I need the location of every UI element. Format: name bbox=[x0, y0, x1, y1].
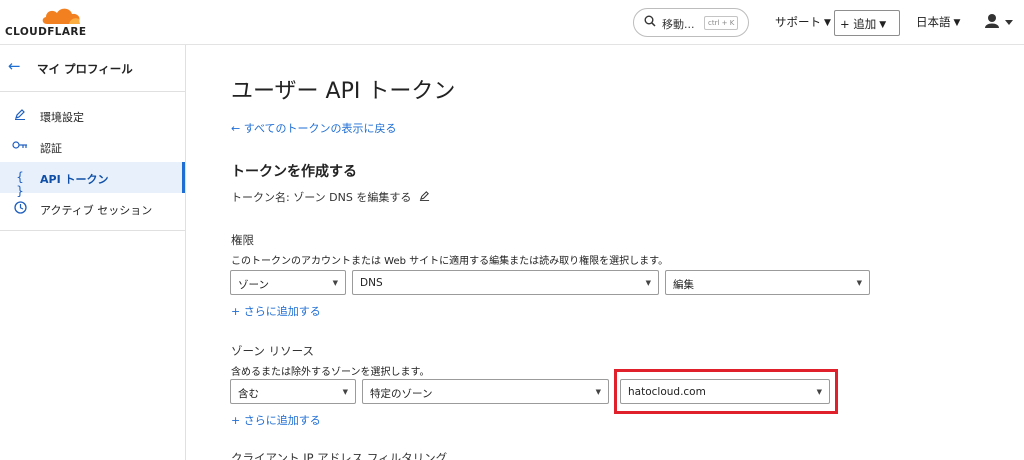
key-icon bbox=[11, 139, 29, 153]
support-label: サポート bbox=[775, 15, 821, 29]
select-value: 含む bbox=[238, 388, 259, 400]
support-menu[interactable]: サポート ▼ bbox=[775, 14, 831, 30]
sidebar-item-label: API トークン bbox=[40, 173, 109, 186]
chevron-down-icon: ▼ bbox=[595, 388, 601, 396]
language-label: 日本語 bbox=[916, 15, 951, 29]
clock-icon bbox=[11, 201, 29, 217]
language-menu[interactable]: 日本語 ▼ bbox=[916, 14, 960, 30]
add-more-zones-link[interactable]: + さらに追加する bbox=[231, 412, 321, 428]
search-icon bbox=[644, 15, 656, 31]
zone-include-select[interactable]: 含む ▼ bbox=[230, 379, 356, 404]
sidebar-nav: 環境設定 認証 { } API トークン アクティブ セッション bbox=[0, 92, 185, 231]
section-title: トークンを作成する bbox=[231, 164, 357, 180]
cloudflare-logo[interactable]: CLOUDFLARE bbox=[5, 4, 87, 38]
pencil-icon bbox=[11, 108, 29, 123]
user-icon bbox=[985, 14, 1013, 28]
search-shortcut: ctrl + K bbox=[704, 16, 739, 30]
add-more-permissions-link[interactable]: + さらに追加する bbox=[231, 303, 321, 319]
user-menu[interactable] bbox=[984, 12, 1016, 32]
sidebar-header: ← マイ プロフィール bbox=[0, 45, 185, 92]
permission-scope-select[interactable]: DNS ▼ bbox=[352, 270, 659, 295]
cloud-icon bbox=[42, 8, 80, 24]
chevron-down-icon: ▼ bbox=[824, 18, 831, 28]
chevron-down-icon: ▼ bbox=[332, 279, 338, 287]
main-content: ユーザー API トークン ← すべてのトークンの表示に戻る トークンを作成する… bbox=[186, 45, 1024, 460]
chevron-down-icon: ▼ bbox=[645, 279, 651, 287]
add-button[interactable]: + 追加 ▼ bbox=[834, 10, 900, 36]
highlight-box bbox=[614, 369, 838, 414]
sidebar-item-api-tokens[interactable]: { } API トークン bbox=[0, 162, 185, 198]
sidebar: ← マイ プロフィール 環境設定 認証 { } API トークン アクティブ セ… bbox=[0, 45, 186, 460]
zone-resources-description: 含めるまたは除外するゾーンを選択します。 bbox=[231, 367, 430, 378]
select-value: 特定のゾーン bbox=[370, 388, 433, 400]
logo-text: CLOUDFLARE bbox=[5, 26, 87, 38]
client-ip-filtering-label: クライアント IP アドレス フィルタリング bbox=[231, 451, 448, 460]
token-name[interactable]: トークン名: ゾーン DNS を編集する bbox=[231, 189, 430, 205]
zone-resources-label: ゾーン リソース bbox=[231, 344, 315, 358]
back-to-tokens-link[interactable]: ← すべてのトークンの表示に戻る bbox=[231, 120, 397, 136]
sidebar-item-active-sessions[interactable]: アクティブ セッション bbox=[0, 193, 185, 224]
sidebar-item-label: 認証 bbox=[40, 142, 62, 155]
permissions-description: このトークンのアカウントまたは Web サイトに適用する編集または読み取り権限を… bbox=[231, 256, 669, 267]
back-arrow-icon[interactable]: ← bbox=[8, 57, 21, 75]
top-header: CLOUDFLARE 移動... ctrl + K サポート ▼ + 追加 ▼ 日本… bbox=[0, 0, 1024, 45]
select-value: DNS bbox=[360, 277, 383, 289]
chevron-down-icon: ▼ bbox=[879, 20, 887, 30]
chevron-down-icon: ▼ bbox=[953, 18, 961, 28]
permissions-label: 権限 bbox=[231, 233, 254, 247]
zone-type-select[interactable]: 特定のゾーン ▼ bbox=[362, 379, 609, 404]
sidebar-item-authentication[interactable]: 認証 bbox=[0, 131, 185, 162]
chevron-down-icon: ▼ bbox=[342, 388, 348, 396]
permission-resource-select[interactable]: ゾーン ▼ bbox=[230, 270, 346, 295]
search-box[interactable]: 移動... ctrl + K bbox=[633, 8, 749, 37]
select-value: ゾーン bbox=[238, 279, 269, 291]
edit-pencil-icon[interactable] bbox=[419, 191, 430, 204]
page-title: ユーザー API トークン bbox=[231, 79, 456, 104]
token-name-text: トークン名: ゾーン DNS を編集する bbox=[231, 191, 412, 204]
chevron-down-icon: ▼ bbox=[856, 279, 862, 287]
permission-level-select[interactable]: 編集 ▼ bbox=[665, 270, 870, 295]
search-label: 移動... bbox=[662, 18, 695, 31]
sidebar-item-preferences[interactable]: 環境設定 bbox=[0, 100, 185, 131]
sidebar-item-label: 環境設定 bbox=[40, 111, 84, 124]
select-value: 編集 bbox=[673, 279, 694, 291]
sidebar-item-label: アクティブ セッション bbox=[40, 204, 153, 217]
add-label: + 追加 bbox=[840, 17, 877, 31]
sidebar-title: マイ プロフィール bbox=[37, 62, 133, 76]
